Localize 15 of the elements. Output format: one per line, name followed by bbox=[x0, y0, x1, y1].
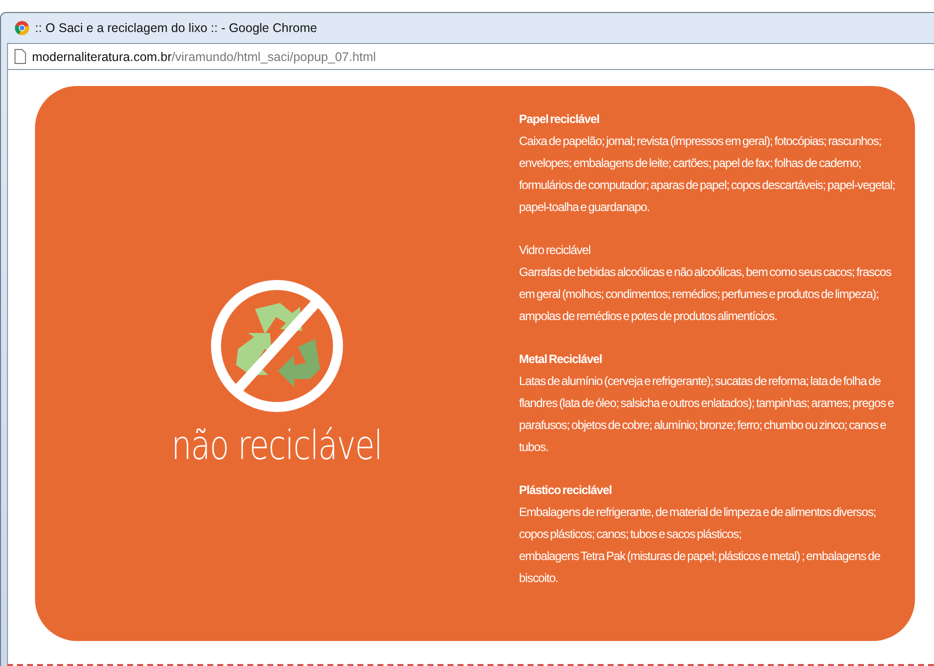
section-heading: Papel reciclável bbox=[519, 111, 600, 128]
section-text: Latas de alumínio (cerveja e refrigerante); sucatas de reforma; lata de folha de flandres (lata de óleo; salsicha e outros enlatados); tampinhas; arames; pregos e parafusos; objetos de cobre; alumínio; bronze; ferro; chumbo ou zinco; canos e tubos. bbox=[519, 373, 895, 456]
browser-logo-icon bbox=[15, 21, 29, 35]
section-text: Garrafas de bebidas alcoólicas e não alcoólicas, bem como seus cacos; frascos em geral (molhos; condimentos; remédios; perfumes e produtos de limpeza); ampolas de remédios e potes de produtos alimentícios. bbox=[519, 264, 892, 325]
not-recyclable-caption: não reciclável bbox=[172, 422, 382, 468]
section-heading: Metal Reciclável bbox=[519, 351, 603, 368]
section-text: Embalagens de refrigerante, de material de limpeza e de alimentos diversos; copos plásticos; canos; tubos e sacos plásticos; bbox=[519, 504, 877, 543]
address-bar[interactable]: modernaliteratura.com.br/viramundo/html_saci/popup_07.html bbox=[7, 43, 934, 70]
section-heading: Plástico reciclável bbox=[519, 482, 613, 499]
no-recycling-icon bbox=[210, 278, 344, 412]
page-icon bbox=[14, 49, 26, 64]
section-text: Caixa de papelão; jornal; revista (impressos em geral); fotocópias; rascunhos; envelopes; embalagens de leite; cartões; papel de fax; folhas de cademo; formulários de computador; aparas de papel; copos descartáveis; papel-vegetal; papel-toalha e guardanapo. bbox=[519, 133, 896, 216]
window-title: :: O Saci e a reciclagem do lixo :: - Google Chrome bbox=[35, 21, 318, 35]
section-heading: Vidro reciclável bbox=[519, 242, 592, 259]
section-text: embalagens Tetra Pak (misturas de papel; plásticos e metal) ; embalagens de biscoito. bbox=[519, 548, 882, 587]
